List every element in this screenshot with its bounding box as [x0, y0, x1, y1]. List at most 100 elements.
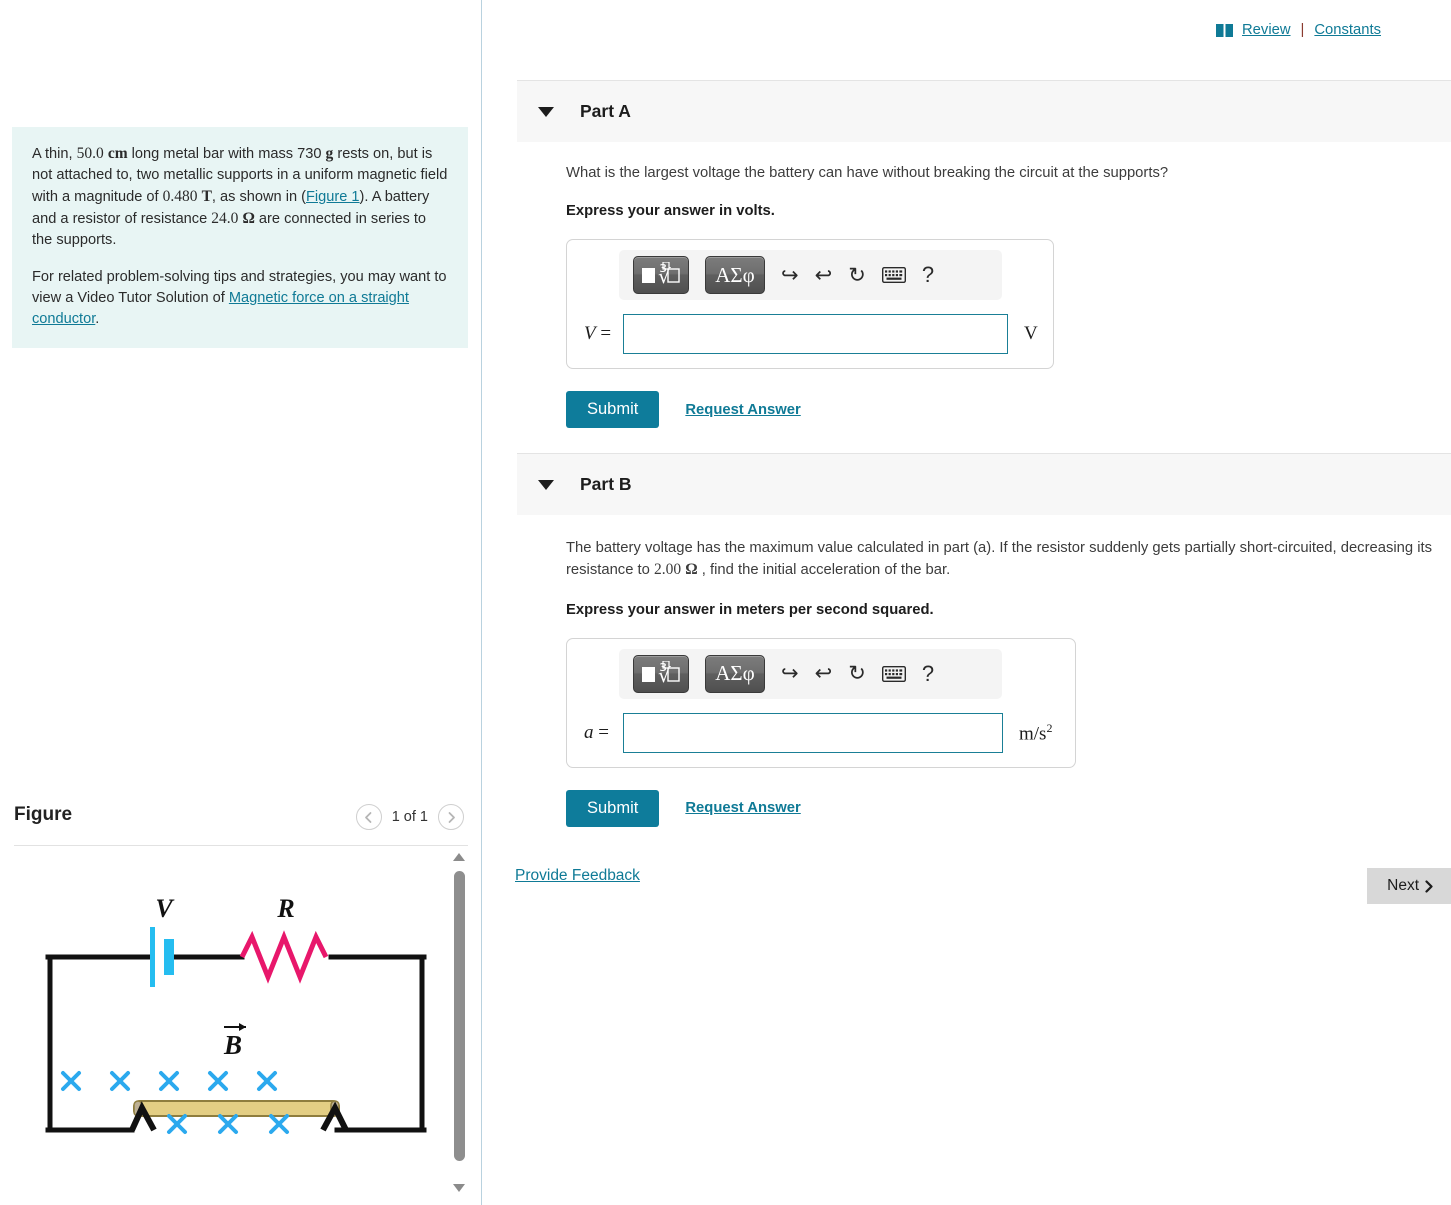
- book-icon: [1216, 23, 1233, 37]
- bar-length-value: 50.0: [76, 145, 104, 162]
- problem-paragraph-2: For related problem-solving tips and str…: [32, 267, 448, 330]
- redo-arrow-icon[interactable]: ↩: [815, 663, 833, 684]
- reset-circle-icon[interactable]: ↻: [848, 265, 866, 286]
- part-b-variable-label: a =: [581, 722, 623, 744]
- left-panel: A thin, 50.0 cm long metal bar with mass…: [0, 0, 482, 1205]
- circuit-diagram: V R B: [24, 887, 444, 1162]
- resistor-label: R: [276, 894, 294, 923]
- battery-label: V: [155, 894, 175, 923]
- header-separator: |: [1300, 22, 1305, 38]
- keyboard-icon[interactable]: [881, 665, 906, 682]
- undo-arrow-icon[interactable]: ↪: [781, 265, 799, 286]
- part-a-submit-button[interactable]: Submit: [566, 391, 660, 429]
- part-b-unit-exponent: 2: [1046, 720, 1053, 735]
- part-a-header[interactable]: Part A: [517, 80, 1451, 142]
- resistor-symbol: [239, 930, 329, 984]
- undo-arrow-icon[interactable]: ↪: [781, 663, 799, 684]
- part-b-answer-box: ∛ ΑΣφ ↪ ↩ ↻ ? a = m/s2: [566, 637, 1076, 768]
- redo-arrow-icon[interactable]: ↩: [815, 265, 833, 286]
- figure-prev-button[interactable]: [355, 804, 382, 830]
- part-b-resistance-value: 2.00: [654, 561, 682, 579]
- part-b-instruction: Express your answer in meters per second…: [566, 601, 934, 618]
- part-a-variable-label: V =: [581, 323, 623, 345]
- greek-symbols-button[interactable]: ΑΣφ: [705, 654, 765, 693]
- part-b-question-b: , find the initial acceleration of the b…: [697, 562, 951, 579]
- problem-paragraph-1: A thin, 50.0 cm long metal bar with mass…: [32, 143, 448, 251]
- part-b-header[interactable]: Part B: [517, 453, 1451, 515]
- math-template-button[interactable]: ∛: [633, 654, 689, 693]
- part-a-field-row: V = V: [581, 314, 1039, 355]
- battery-symbol: [150, 927, 174, 987]
- part-a-question: What is the largest voltage the battery …: [566, 165, 1169, 181]
- resistance-value: 24.0: [211, 210, 239, 228]
- provide-feedback-link[interactable]: Provide Feedback: [515, 867, 640, 885]
- part-b-label: Part B: [580, 474, 632, 494]
- part-b-math-toolbar: ∛ ΑΣφ ↪ ↩ ↻ ?: [619, 648, 1002, 699]
- math-help-button[interactable]: ?: [922, 662, 934, 685]
- review-link[interactable]: Review: [1242, 22, 1291, 38]
- part-a-answer-box: ∛ ΑΣφ ↪ ↩ ↻ ? V = V: [566, 239, 1054, 370]
- figure-next-button[interactable]: [438, 804, 464, 830]
- part-a-unit: V: [1024, 323, 1038, 345]
- svg-text:B: B: [223, 1030, 242, 1060]
- part-a-submit-row: Submit Request Answer: [566, 391, 1168, 429]
- problem-text-a: A thin,: [32, 146, 77, 162]
- figure-header: Figure 1 of 1: [14, 800, 468, 846]
- part-a-body: What is the largest voltage the battery …: [566, 163, 1169, 429]
- figure-counter: 1 of 1: [391, 809, 428, 825]
- caret-down-icon[interactable]: [538, 479, 554, 490]
- figure-navigation: 1 of 1: [355, 804, 464, 830]
- math-help-button[interactable]: ?: [922, 264, 934, 286]
- chevron-right-icon: [448, 811, 455, 823]
- tutor-text-b: .: [95, 310, 100, 327]
- part-b-submit-button[interactable]: Submit: [566, 789, 660, 827]
- field-unit: T: [201, 188, 212, 206]
- keyboard-icon[interactable]: [881, 267, 906, 284]
- figure-viewport: V R B: [14, 847, 468, 1205]
- figure-title: Figure: [14, 804, 73, 825]
- greek-symbols-button[interactable]: ΑΣφ: [705, 256, 765, 295]
- part-b-unit-base: m/s: [1019, 723, 1047, 745]
- part-a-label: Part A: [580, 101, 631, 121]
- math-template-button[interactable]: ∛: [633, 256, 689, 295]
- math-template-icon: ∛: [642, 660, 680, 687]
- figure-1-link[interactable]: Figure 1: [306, 189, 360, 205]
- part-b-equals: =: [598, 721, 609, 743]
- part-a-equals: =: [600, 323, 612, 345]
- part-b-request-answer-link[interactable]: Request Answer: [685, 800, 800, 816]
- part-b-body: The battery voltage has the maximum valu…: [566, 538, 1448, 827]
- resistance-unit: Ω: [242, 210, 255, 228]
- part-a-request-answer-link[interactable]: Request Answer: [685, 402, 800, 418]
- part-a-variable: V: [584, 323, 596, 345]
- problem-text-b: long metal bar with mass 730: [127, 146, 326, 162]
- scrollbar-down-arrow[interactable]: [453, 1184, 466, 1197]
- chevron-right-icon: [1425, 879, 1433, 893]
- part-b-answer-input[interactable]: [623, 712, 1003, 753]
- part-b-resistance-unit: Ω: [685, 561, 698, 579]
- scrollbar-up-arrow[interactable]: [453, 853, 466, 866]
- field-x-row-top: [61, 1071, 277, 1091]
- constants-link[interactable]: Constants: [1314, 22, 1381, 38]
- math-template-icon: ∛: [642, 262, 680, 288]
- part-b-question: The battery voltage has the maximum valu…: [566, 538, 1448, 582]
- part-b-variable: a: [584, 721, 594, 743]
- right-panel: Review | Constants Part A What is the la…: [483, 0, 1451, 1205]
- field-value: 0.480: [162, 188, 198, 206]
- next-button[interactable]: Next: [1367, 868, 1451, 904]
- reset-circle-icon[interactable]: ↻: [848, 663, 866, 684]
- next-button-label: Next: [1387, 877, 1419, 894]
- part-a-math-toolbar: ∛ ΑΣφ ↪ ↩ ↻ ?: [619, 250, 1002, 301]
- metal-bar: [133, 1100, 340, 1117]
- part-a-answer-input[interactable]: [623, 314, 1008, 355]
- circuit-diagram-svg: V R B: [45, 894, 427, 1134]
- caret-down-icon[interactable]: [538, 106, 554, 117]
- scrollbar-thumb[interactable]: [454, 871, 465, 1161]
- chevron-left-icon: [365, 811, 372, 823]
- bar-length-unit: cm: [107, 145, 128, 162]
- part-a-instruction: Express your answer in volts.: [566, 203, 775, 220]
- part-b-unit: m/s2: [1019, 721, 1052, 745]
- problem-text-d: , as shown in (: [211, 189, 306, 206]
- figure-scrollbar[interactable]: [451, 847, 468, 1205]
- part-b-field-row: a = m/s2: [581, 712, 1061, 753]
- magnetic-field-label: B: [223, 1023, 246, 1060]
